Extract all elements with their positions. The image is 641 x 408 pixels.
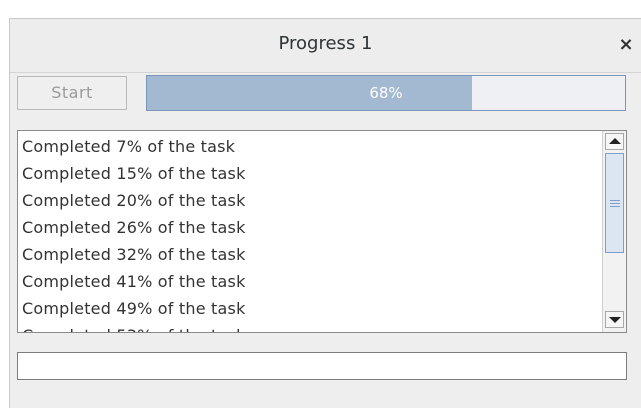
log-line: Completed 15% of the task: [22, 164, 246, 183]
log-line: Completed 53% of the task: [22, 322, 602, 332]
arrow-up-icon[interactable]: [605, 133, 624, 150]
log-line: Completed 26% of the task: [22, 218, 246, 237]
log-line: Completed 49% of the task: [22, 299, 246, 318]
log-line: Completed 20% of the task: [22, 191, 246, 210]
text-input[interactable]: [17, 352, 627, 380]
log-list: Completed 7% of the task Completed 15% o…: [22, 133, 602, 332]
grip-line: [610, 203, 620, 204]
title-bar[interactable]: Progress 1 ×: [10, 19, 641, 73]
log-line: Completed 32% of the task: [22, 245, 246, 264]
close-icon[interactable]: ×: [614, 32, 638, 58]
grip-line: [610, 206, 620, 207]
scroll-thumb[interactable]: [605, 153, 624, 253]
log-line: Completed 7% of the task: [22, 137, 236, 156]
start-button: Start: [17, 76, 127, 110]
grip-line: [610, 200, 620, 201]
vertical-scrollbar[interactable]: [602, 131, 626, 332]
window-title: Progress 1: [278, 33, 373, 54]
log-text-area[interactable]: Completed 7% of the task Completed 15% o…: [17, 130, 627, 333]
arrow-down-icon[interactable]: [605, 311, 624, 328]
progress-label: 68%: [369, 84, 403, 102]
log-line: Completed 41% of the task: [22, 272, 246, 291]
progress-bar: 68%: [146, 75, 626, 111]
